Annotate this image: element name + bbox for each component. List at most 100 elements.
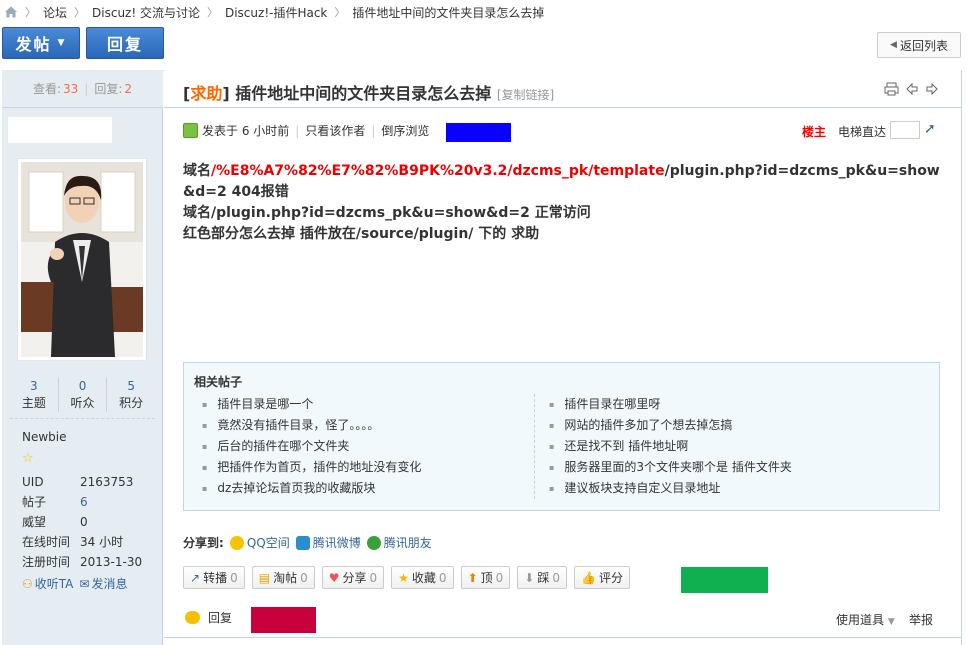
arrow-down-icon: ⬇	[524, 570, 535, 585]
breadcrumb-discuz[interactable]: Discuz! 交流与讨论	[92, 4, 200, 21]
share-button[interactable]: ♥ 分享 0	[321, 566, 385, 589]
collect-thread-button[interactable]: ▤ 淘帖 0	[251, 566, 315, 589]
share-weibo-label: 腾讯微博	[312, 536, 361, 550]
related-link[interactable]: 还是找不到 插件地址啊	[549, 436, 874, 457]
info-value: 2013-1-30	[80, 555, 143, 569]
breadcrumb-separator-icon: 〉	[74, 6, 86, 19]
content-line-3: 红色部分怎么去掉 插件放在/source/plugin/ 下的 求助	[183, 226, 540, 242]
floor-jump-input[interactable]	[890, 121, 920, 139]
action-label: 淘帖	[273, 571, 298, 585]
report-link[interactable]: 举报	[909, 611, 933, 628]
reply-button-label: 回复	[106, 35, 143, 54]
next-thread-icon[interactable]	[925, 82, 939, 96]
related-link[interactable]: 建议板块支持自定义目录地址	[549, 478, 874, 499]
breadcrumb-separator-icon: 〉	[206, 6, 218, 19]
back-to-list-button[interactable]: ◀ 返回列表	[877, 32, 961, 58]
share-pengyou[interactable]: 腾讯朋友	[366, 534, 432, 551]
downvote-button[interactable]: ⬇ 踩 0	[517, 566, 567, 589]
breadcrumb-forum[interactable]: 论坛	[43, 4, 67, 21]
info-value: 2163753	[80, 475, 134, 489]
breadcrumb-hack[interactable]: Discuz!-插件Hack	[225, 4, 327, 21]
info-row: 帖子 6	[22, 492, 152, 512]
related-link[interactable]: 把插件作为首页，插件的地址没有变化	[202, 457, 534, 478]
stat-label: 积分	[119, 396, 144, 410]
content-line-2: 域名/plugin.php?id=dzcms_pk&u=show&d=2 正常访…	[183, 205, 591, 221]
info-row: 在线时间 34 小时	[22, 532, 152, 552]
user-group[interactable]: Newbie	[22, 430, 67, 444]
post-actions: ↗ 转播 0 ▤ 淘帖 0 ♥ 分享 0 ★ 收藏 0 ⬆ 顶 0 ⬇ 踩 0 👍 评分	[183, 566, 630, 589]
share-label: 分享到:	[183, 536, 224, 550]
use-tools-menu[interactable]: 使用道具 ▼	[836, 611, 895, 628]
related-link[interactable]: 插件目录是哪一个	[202, 394, 534, 415]
views-label: 查看:	[32, 82, 62, 96]
action-count: 0	[369, 570, 378, 585]
thread-type[interactable]: 求助	[190, 84, 222, 103]
stat-value: 5	[127, 379, 135, 393]
previous-thread-icon[interactable]	[905, 82, 919, 96]
rate-button[interactable]: 👍 评分	[574, 566, 630, 589]
follow-link[interactable]: ⚇ 收听TA	[22, 575, 73, 592]
info-key: 注册时间	[22, 555, 71, 569]
favorite-button[interactable]: ★ 收藏 0	[391, 566, 454, 589]
reply-button[interactable]: 回复	[86, 27, 164, 59]
action-label: 分享	[342, 571, 367, 585]
related-title: 相关帖子	[194, 375, 243, 389]
thread-stats: 查看: 33 | 回复: 2	[2, 70, 163, 108]
share-weibo[interactable]: 腾讯微博	[295, 534, 361, 551]
only-author-link[interactable]: 只看该作者	[305, 122, 365, 139]
related-link[interactable]: 后台的插件在哪个文件夹	[202, 436, 534, 457]
jump-go-icon[interactable]: ➚	[924, 121, 936, 137]
divider: |	[84, 81, 89, 96]
crimson-placeholder-block	[251, 607, 316, 633]
breadcrumb-current[interactable]: 插件地址中间的文件夹目录怎么去掉	[352, 4, 544, 21]
related-list-right: 插件目录在哪里呀 网站的插件多加了个想去掉怎搞 还是找不到 插件地址啊 服务器里…	[534, 394, 874, 499]
stat-followers[interactable]: 0 听众	[59, 378, 108, 412]
green-placeholder-block	[681, 567, 768, 593]
breadcrumb-separator-icon: 〉	[334, 6, 346, 19]
share-qzone-label: QQ空间	[246, 536, 290, 550]
related-link[interactable]: 插件目录在哪里呀	[549, 394, 874, 415]
chevron-down-icon: ▼	[57, 38, 67, 48]
related-link[interactable]: 网站的插件多加了个想去掉怎搞	[549, 415, 874, 436]
related-link[interactable]: 竟然没有插件目录，怪了。。。。	[202, 415, 534, 436]
upvote-button[interactable]: ⬆ 顶 0	[460, 566, 511, 589]
action-label: 评分	[598, 571, 623, 585]
header-icons	[884, 82, 939, 96]
info-value-link[interactable]: 6	[80, 492, 88, 512]
copy-link[interactable]: [复制链接]	[497, 88, 554, 102]
weibo-icon	[295, 535, 310, 550]
related-link[interactable]: 服务器里面的3个文件夹哪个是 插件文件夹	[549, 457, 874, 478]
action-label: 收藏	[411, 571, 436, 585]
stat-credits[interactable]: 5 积分	[107, 378, 155, 412]
stat-value: 3	[30, 379, 38, 393]
avatar[interactable]	[17, 158, 147, 361]
thread-title: [求助] 插件地址中间的文件夹目录怎么去掉 [复制链接]	[183, 84, 555, 103]
author-stats: 3 主题 0 听众 5 积分	[10, 378, 155, 412]
action-count: 0	[230, 570, 238, 585]
post-time: 发表于 6 小时前	[202, 124, 290, 138]
divider	[10, 418, 155, 419]
post-button[interactable]: 发帖 ▼	[2, 27, 80, 59]
repost-button[interactable]: ↗ 转播 0	[183, 566, 245, 589]
post-content: 域名/%E8%A7%82%E7%82%B9PK%20v3.2/dzcms_pk/…	[183, 161, 943, 245]
stat-label: 主题	[21, 396, 46, 410]
action-count: 0	[300, 570, 308, 585]
info-row: UID 2163753	[22, 472, 152, 492]
post-button-label: 发帖	[15, 35, 52, 54]
tray-icon: ▤	[258, 570, 271, 585]
stat-threads[interactable]: 3 主题	[10, 378, 59, 412]
message-link[interactable]: ✉ 发消息	[79, 575, 127, 592]
action-label: 踩	[537, 571, 550, 585]
reverse-order-link[interactable]: 倒序浏览	[381, 122, 429, 139]
home-icon[interactable]	[4, 5, 18, 19]
print-icon[interactable]	[884, 82, 899, 96]
thread-title-text: 插件地址中间的文件夹目录怎么去掉	[235, 84, 492, 103]
reply-row[interactable]: 回复	[185, 609, 232, 626]
related-link[interactable]: dz去掉论坛首页我的收藏版块	[202, 478, 534, 499]
share-qzone[interactable]: QQ空间	[229, 534, 290, 551]
info-value: 34 小时	[80, 535, 124, 549]
chevron-down-icon: ▼	[887, 617, 895, 627]
info-key: 在线时间	[22, 535, 71, 549]
related-list-left: 插件目录是哪一个 竟然没有插件目录，怪了。。。。 后台的插件在哪个文件夹 把插件…	[194, 394, 534, 499]
author-name-box[interactable]	[8, 117, 112, 143]
